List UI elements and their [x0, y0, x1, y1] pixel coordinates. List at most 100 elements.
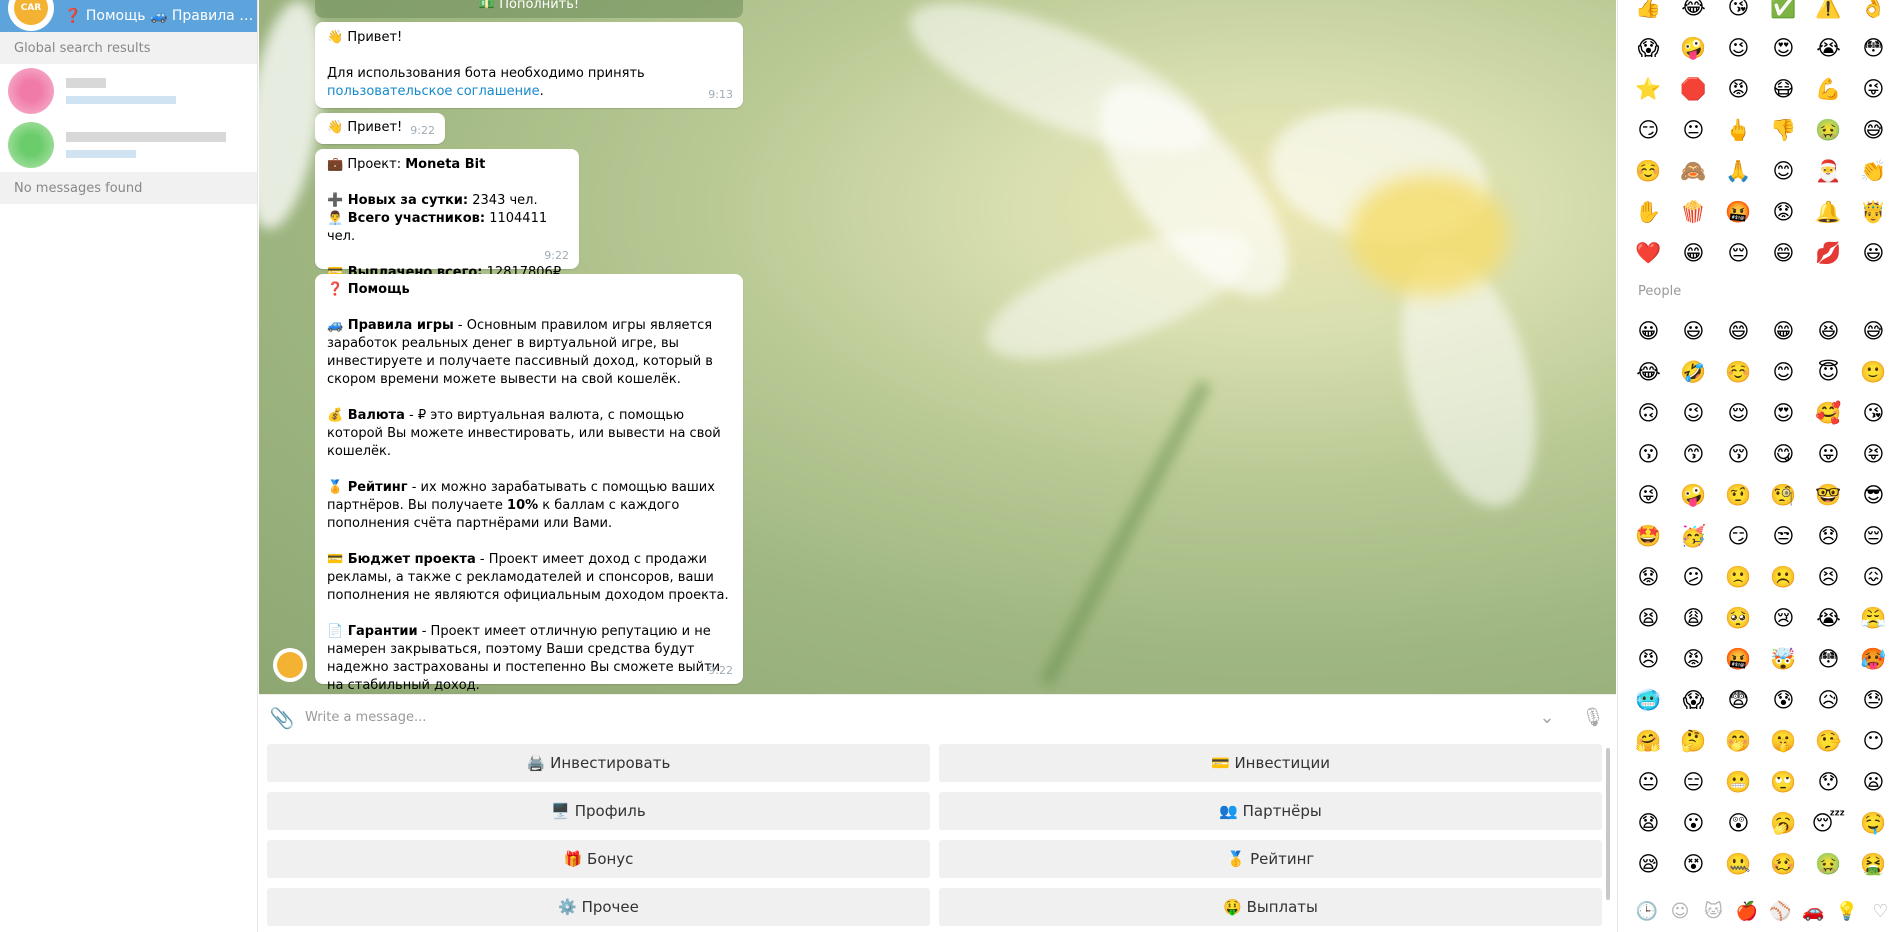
- objects-icon[interactable]: 💡: [1830, 901, 1863, 922]
- emoji-item[interactable]: 😊: [1761, 151, 1806, 192]
- emoji-item[interactable]: ✋: [1626, 192, 1671, 233]
- chevron-down-icon[interactable]: ⌄: [1524, 707, 1570, 728]
- emoji-item[interactable]: ⚠️: [1806, 0, 1851, 28]
- emoji-item[interactable]: 😆: [1806, 311, 1851, 352]
- other-button[interactable]: ⚙️ Прочее: [267, 888, 930, 926]
- emoji-item[interactable]: 😎: [1851, 475, 1896, 516]
- message-greeting[interactable]: 👋 Привет! 9:22: [315, 113, 445, 144]
- emoji-item[interactable]: 😟: [1626, 557, 1671, 598]
- rating-button[interactable]: 🥇 Рейтинг: [939, 840, 1602, 878]
- symbols-icon[interactable]: ♡: [1864, 901, 1896, 922]
- emoji-item[interactable]: 😳: [1806, 639, 1851, 680]
- emoji-item[interactable]: 😯: [1806, 762, 1851, 803]
- emoji-item[interactable]: 🥰: [1806, 393, 1851, 434]
- emoji-item[interactable]: 😀: [1626, 311, 1671, 352]
- emoji-item[interactable]: 🖕: [1716, 110, 1761, 151]
- recent-icon[interactable]: 🕒: [1630, 901, 1663, 922]
- emoji-item[interactable]: 😳: [1851, 28, 1896, 69]
- emoji-item[interactable]: 😰: [1761, 680, 1806, 721]
- user-agreement-link[interactable]: пользовательское соглашение: [327, 84, 540, 99]
- smileys-icon[interactable]: ☺: [1663, 901, 1696, 922]
- emoji-item[interactable]: 😌: [1716, 393, 1761, 434]
- message-help[interactable]: ❓ Помощь 🚙 Правила игры - Основным прави…: [315, 274, 743, 693]
- emoji-item[interactable]: 😕: [1671, 557, 1716, 598]
- emoji-item[interactable]: 💪: [1806, 69, 1851, 110]
- emoji-item[interactable]: 🎅: [1806, 151, 1851, 192]
- emoji-item[interactable]: 🤩: [1626, 516, 1671, 557]
- emoji-item[interactable]: 😛: [1806, 434, 1851, 475]
- emoji-item[interactable]: 🥴: [1761, 844, 1806, 885]
- emoji-item[interactable]: ✅: [1761, 0, 1806, 28]
- emoji-item[interactable]: 😮: [1671, 803, 1716, 844]
- food-icon[interactable]: 🍎: [1730, 901, 1763, 922]
- emoji-item[interactable]: 😂: [1626, 352, 1671, 393]
- emoji-item[interactable]: 😃: [1671, 311, 1716, 352]
- emoji-item[interactable]: 🥱: [1761, 803, 1806, 844]
- emoji-item[interactable]: 🙃: [1626, 393, 1671, 434]
- emoji-item[interactable]: 😄: [1716, 311, 1761, 352]
- emoji-item[interactable]: 😅: [1851, 311, 1896, 352]
- emoji-item[interactable]: 😜: [1626, 475, 1671, 516]
- emoji-item[interactable]: 🥳: [1671, 516, 1716, 557]
- emoji-item[interactable]: ☹️: [1761, 557, 1806, 598]
- message-project-stats[interactable]: 💼 Проект: Moneta Bit ➕ Новых за сутки: 2…: [315, 149, 579, 280]
- paperclip-icon[interactable]: 📎: [259, 706, 305, 730]
- emoji-item[interactable]: 😔: [1716, 233, 1761, 274]
- emoji-item[interactable]: ❤️: [1626, 233, 1671, 274]
- emoji-item[interactable]: 🙏: [1716, 151, 1761, 192]
- emoji-item[interactable]: 😊: [1761, 352, 1806, 393]
- emoji-item[interactable]: 😃: [1851, 233, 1896, 274]
- emoji-item[interactable]: 😋: [1761, 434, 1806, 475]
- emoji-item[interactable]: ☺️: [1716, 352, 1761, 393]
- emoji-item[interactable]: 🤢: [1806, 844, 1851, 885]
- emoji-item[interactable]: 😇: [1806, 352, 1851, 393]
- emoji-item[interactable]: 🤪: [1671, 28, 1716, 69]
- emoji-item[interactable]: 🤴: [1851, 192, 1896, 233]
- emoji-item[interactable]: 😨: [1716, 680, 1761, 721]
- emoji-item[interactable]: ☺️: [1626, 151, 1671, 192]
- emoji-item[interactable]: 🤤: [1851, 803, 1896, 844]
- message-input[interactable]: [305, 710, 1524, 725]
- emoji-item[interactable]: 😙: [1671, 434, 1716, 475]
- emoji-item[interactable]: 🤥: [1806, 721, 1851, 762]
- emoji-item[interactable]: 😐: [1671, 110, 1716, 151]
- emoji-item[interactable]: 😴: [1806, 803, 1851, 844]
- emoji-item[interactable]: 😞: [1806, 516, 1851, 557]
- emoji-item[interactable]: 😭: [1806, 28, 1851, 69]
- emoji-item[interactable]: 😚: [1716, 434, 1761, 475]
- emoji-item[interactable]: 👌: [1851, 0, 1896, 28]
- emoji-item[interactable]: 🤢: [1806, 110, 1851, 151]
- emoji-item[interactable]: 😁: [1671, 233, 1716, 274]
- bot-avatar[interactable]: CAR: [8, 0, 54, 31]
- emoji-item[interactable]: 😖: [1851, 557, 1896, 598]
- emoji-item[interactable]: 🍿: [1671, 192, 1716, 233]
- emoji-item[interactable]: 🤯: [1761, 639, 1806, 680]
- emoji-item[interactable]: 😉: [1716, 28, 1761, 69]
- emoji-item[interactable]: 🥵: [1851, 639, 1896, 680]
- search-result-1[interactable]: [0, 64, 257, 118]
- emoji-item[interactable]: 🛑: [1671, 69, 1716, 110]
- emoji-item[interactable]: 😏: [1716, 516, 1761, 557]
- emoji-item[interactable]: 😦: [1851, 762, 1896, 803]
- chat-history[interactable]: 💵 Пополнить! 👋 Привет! Для использования…: [259, 0, 1616, 694]
- emoji-item[interactable]: 😡: [1716, 69, 1761, 110]
- emoji-item[interactable]: 😵: [1671, 844, 1716, 885]
- emoji-item[interactable]: 🤬: [1716, 192, 1761, 233]
- emoji-item[interactable]: 🙂: [1851, 352, 1896, 393]
- emoji-item[interactable]: 😗: [1626, 434, 1671, 475]
- emoji-item[interactable]: 😡: [1671, 639, 1716, 680]
- emoji-item[interactable]: 🤭: [1716, 721, 1761, 762]
- emoji-item[interactable]: 🤮: [1851, 844, 1896, 885]
- emoji-item[interactable]: 🥶: [1626, 680, 1671, 721]
- keyboard-scrollbar[interactable]: [1606, 748, 1610, 900]
- emoji-item[interactable]: 😉: [1671, 393, 1716, 434]
- emoji-item[interactable]: 🤫: [1761, 721, 1806, 762]
- emoji-item[interactable]: 🥺: [1716, 598, 1761, 639]
- emoji-item[interactable]: 😓: [1851, 680, 1896, 721]
- emoji-item[interactable]: 😑: [1671, 762, 1716, 803]
- emoji-item[interactable]: 😂: [1671, 0, 1716, 28]
- emoji-item[interactable]: 😤: [1851, 598, 1896, 639]
- emoji-item[interactable]: 🙄: [1761, 762, 1806, 803]
- emoji-item[interactable]: 😱: [1671, 680, 1716, 721]
- emoji-item[interactable]: 🤗: [1626, 721, 1671, 762]
